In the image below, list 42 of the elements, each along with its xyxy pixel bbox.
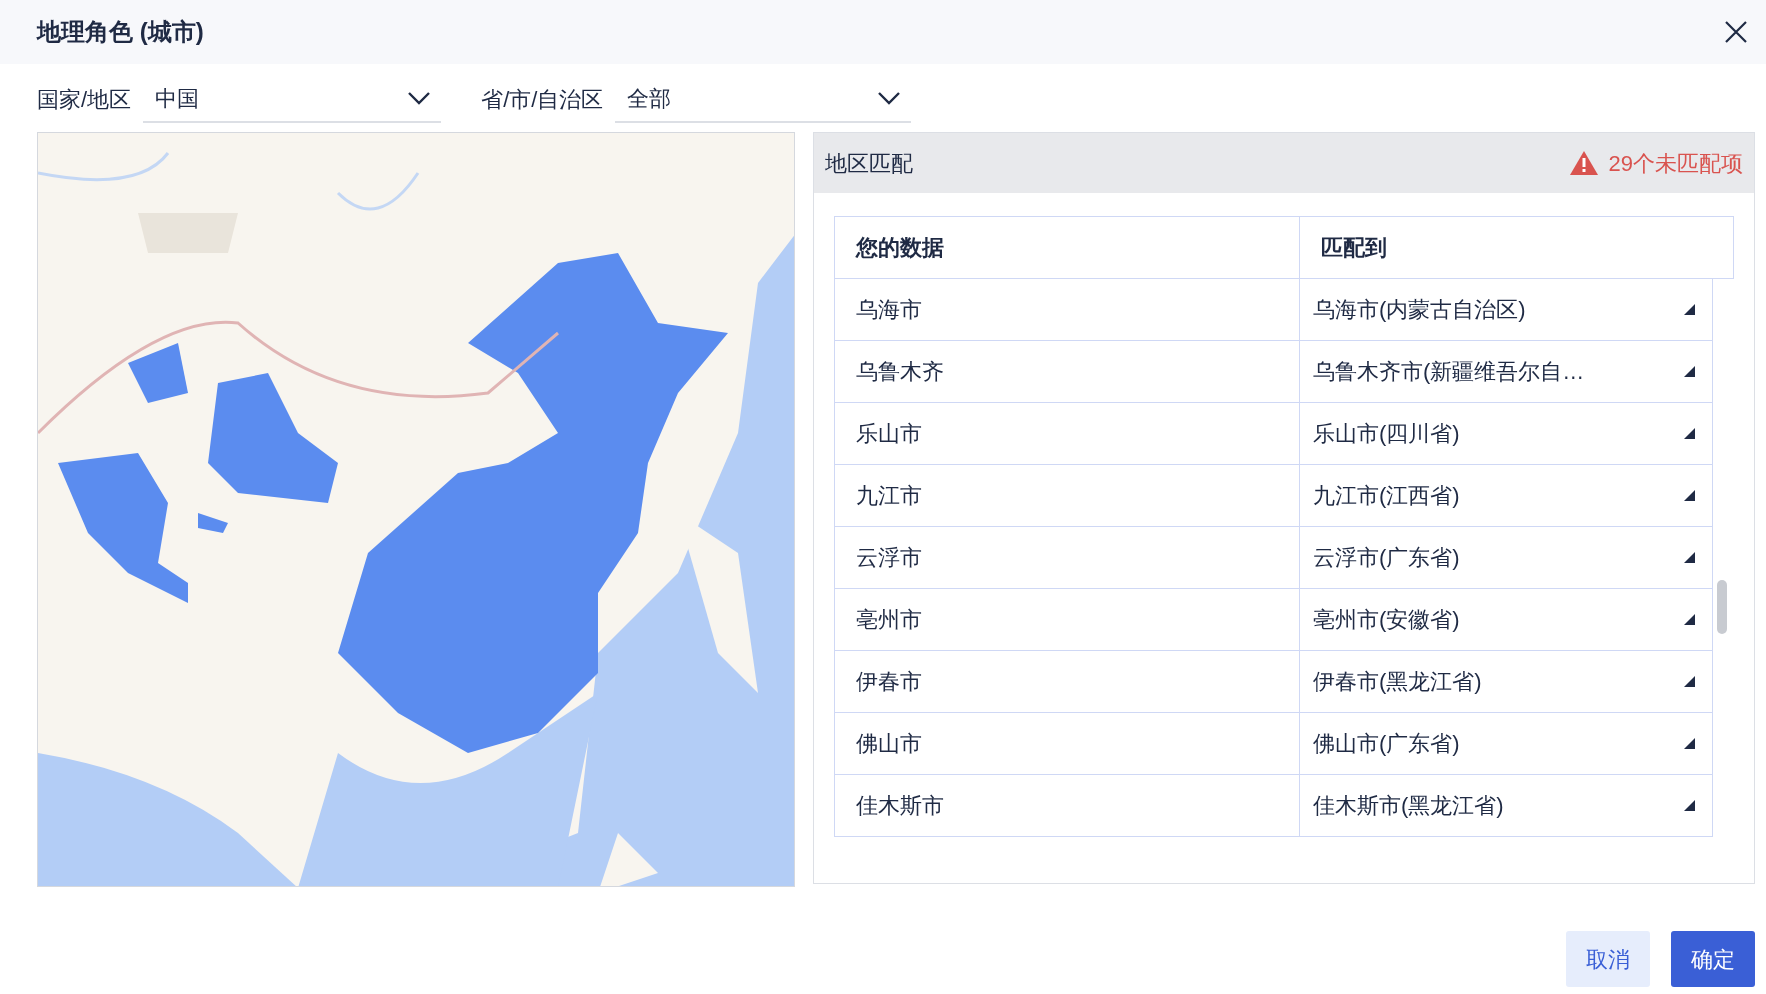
- caret-icon: [1684, 800, 1695, 811]
- column-header: 匹配到: [1320, 234, 1388, 262]
- filter-label: 省/市/自治区: [481, 85, 604, 114]
- column-header: 您的数据: [835, 217, 1300, 278]
- confirm-button[interactable]: 确定: [1671, 931, 1755, 987]
- caret-icon: [1684, 304, 1695, 315]
- match-select[interactable]: 九江市(江西省): [1300, 465, 1712, 526]
- caret-icon: [1684, 428, 1695, 439]
- warning-icon: [1568, 150, 1599, 176]
- chevron-down-icon: [407, 91, 432, 105]
- filter-label: 国家/地区: [37, 85, 132, 114]
- table-cell: 亳州市: [835, 589, 1300, 650]
- caret-icon: [1684, 738, 1695, 749]
- table-cell: 伊春市: [835, 651, 1300, 712]
- match-select[interactable]: 云浮市(广东省): [1300, 527, 1712, 588]
- select-field[interactable]: 中国: [143, 75, 442, 123]
- dialog-title: 地理角色 (城市): [37, 17, 204, 47]
- table-cell: 云浮市: [835, 527, 1300, 588]
- match-select[interactable]: 伊春市(黑龙江省): [1300, 651, 1712, 712]
- table-cell: 乐山市: [835, 403, 1300, 464]
- match-select[interactable]: 佳木斯市(黑龙江省): [1300, 775, 1712, 836]
- select-field[interactable]: 全部: [615, 75, 912, 123]
- table-cell: 乌海市: [835, 279, 1300, 340]
- scrollbar-thumb[interactable]: [1717, 580, 1727, 634]
- table-cell: 乌鲁木齐: [835, 341, 1300, 402]
- cancel-button[interactable]: 取消: [1566, 931, 1650, 987]
- match-select[interactable]: 佛山市(广东省): [1300, 713, 1712, 774]
- match-select[interactable]: 乌海市(内蒙古自治区): [1300, 279, 1712, 340]
- caret-icon: [1684, 552, 1695, 563]
- table-cell: 九江市: [835, 465, 1300, 526]
- caret-icon: [1684, 614, 1695, 625]
- unmatched-count: 29个未匹配项: [1608, 149, 1743, 178]
- match-select[interactable]: 亳州市(安徽省): [1300, 589, 1712, 650]
- caret-icon: [1684, 676, 1695, 687]
- match-select[interactable]: 乐山市(四川省): [1300, 403, 1712, 464]
- panel-title: 地区匹配: [825, 149, 913, 178]
- match-select[interactable]: 乌鲁木齐市(新疆维吾尔自…: [1300, 341, 1712, 402]
- table-cell: 佳木斯市: [835, 775, 1300, 836]
- caret-icon: [1684, 366, 1695, 377]
- table-cell: 佛山市: [835, 713, 1300, 774]
- chevron-down-icon: [877, 91, 902, 105]
- caret-icon: [1684, 490, 1695, 501]
